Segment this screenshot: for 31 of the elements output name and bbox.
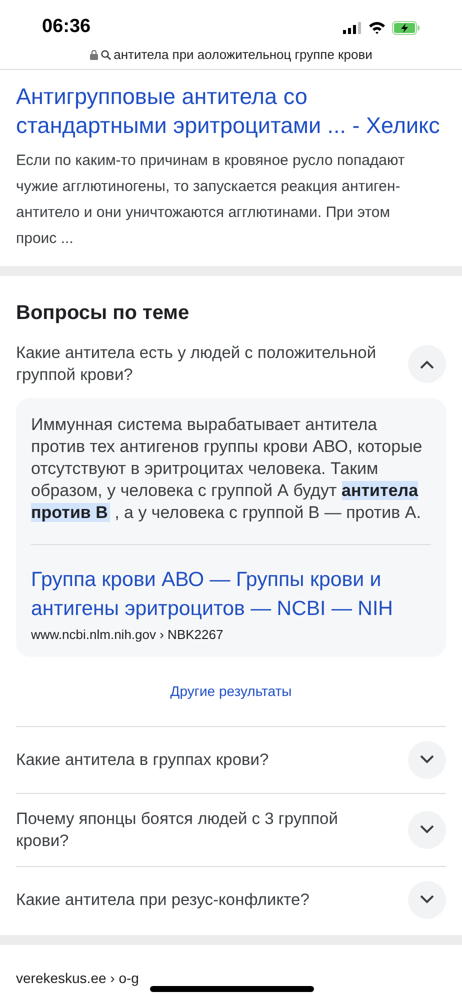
question-text: Почему японцы боятся людей с 3 группой крови? xyxy=(16,808,339,852)
address-bar[interactable]: антитела при аоложительноц группе крови xyxy=(0,40,462,70)
answer-text: Иммунная система вырабатывает антитела против тех антигенов группы крови АВО, которые отсутствуют в эритроцитах человека. Таким образом, у человека с группой А будут антитела против В , а у человека с группой В — против А. xyxy=(31,414,424,524)
question-row[interactable]: Почему японцы боятся людей с 3 группой крови? xyxy=(16,794,446,866)
search-icon xyxy=(100,50,111,60)
source-url: www.ncbi.nlm.nih.gov › NBK2267 xyxy=(31,626,224,644)
expand-button[interactable] xyxy=(408,810,446,848)
signal-icon xyxy=(343,22,362,34)
address-text: антитела при аоложительноц группе крови xyxy=(114,46,372,64)
question-row[interactable]: Какие антитела при резус-конфликте? xyxy=(16,866,446,932)
chevron-down-icon xyxy=(420,895,434,904)
question-row[interactable]: Какие антитела в группах крови? xyxy=(16,726,446,792)
more-results-link[interactable]: Другие результаты xyxy=(170,680,292,702)
question-text: Какие антитела в группах крови? xyxy=(16,750,270,770)
question-text: Какие антитела есть у людей с положительной группой крови? xyxy=(16,343,378,386)
result-source: verekeskus.ee › o-g xyxy=(16,970,139,986)
result-title-link[interactable]: Антигрупповые антитела со стандартными эритроцитами ... - Хеликс xyxy=(16,82,446,140)
question-text: Какие антитела при резус-конфликте? xyxy=(16,890,310,910)
section-heading: Вопросы по теме xyxy=(16,301,190,326)
wifi-icon xyxy=(368,21,386,34)
source-link[interactable]: Группа крови АВО — Группы крови и антигены эритроцитов — NCBI — NIH xyxy=(31,565,431,623)
question-row[interactable]: Какие антитела есть у людей с положительной группой крови? xyxy=(16,336,446,392)
expand-button[interactable] xyxy=(408,880,446,918)
result-snippet: Если по каким-то причинам в кровяное русло попадают чужие агглютиногены, то запускается реакция антиген-антитело и они уничтожаются агглютинами. При этом проис ... xyxy=(16,151,406,249)
clock: 06:36 xyxy=(42,15,91,40)
chevron-down-icon xyxy=(420,755,434,764)
chevron-down-icon xyxy=(420,825,434,834)
chevron-up-icon xyxy=(420,360,434,368)
collapse-button[interactable] xyxy=(408,345,446,383)
lock-icon xyxy=(90,50,98,60)
expand-button[interactable] xyxy=(408,740,446,778)
